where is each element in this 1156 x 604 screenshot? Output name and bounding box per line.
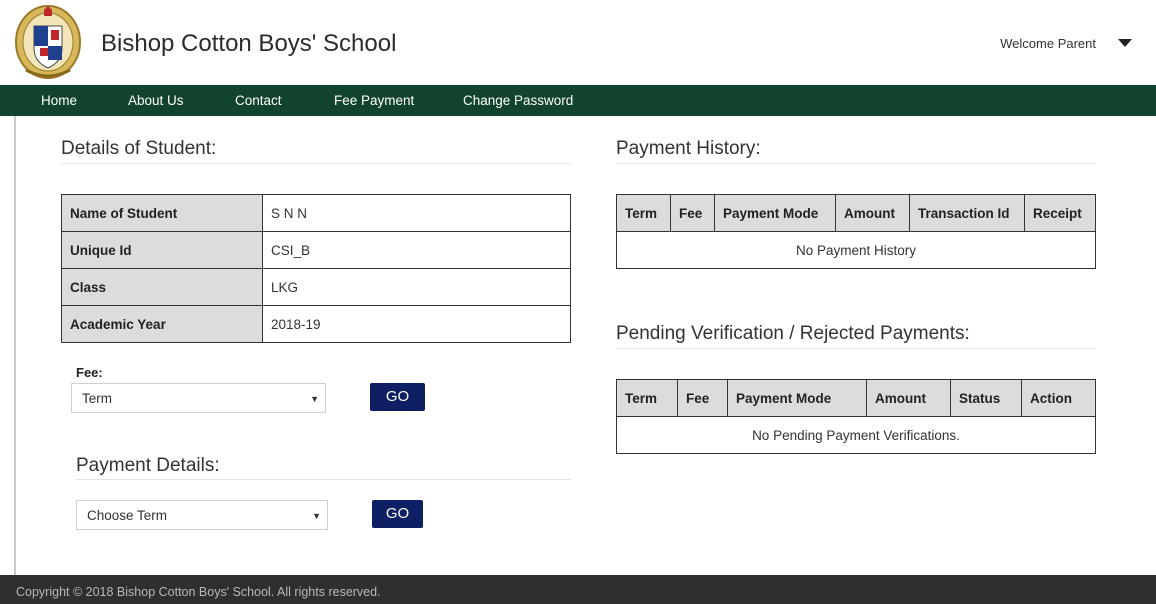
dropdown-arrow-icon: ▼ [310,394,319,404]
nav-about-us[interactable]: About Us [128,93,184,108]
unique-id-label: Unique Id [61,231,263,269]
section-divider [616,163,1096,164]
fee-term-select-value: Term [82,391,112,406]
col-amount: Amount [835,194,910,232]
col-term: Term [616,194,671,232]
class-value: LKG [262,268,571,306]
payment-details-go-button[interactable]: GO [372,500,423,528]
col-term: Term [616,379,678,417]
col-payment-mode: Payment Mode [727,379,867,417]
table-row: Unique Id CSI_B [61,231,571,269]
school-name: Bishop Cotton Boys' School [101,30,397,57]
col-amount: Amount [866,379,951,417]
name-of-student-value: S N N [262,194,571,232]
fee-label: Fee: [76,365,103,380]
choose-term-select[interactable]: Choose Term ▼ [76,500,328,530]
section-divider [616,348,1096,349]
academic-year-label: Academic Year [61,305,263,343]
academic-year-value: 2018-19 [262,305,571,343]
payment-details-title: Payment Details: [76,455,220,476]
class-label: Class [61,268,263,306]
no-pending-verifications-message: No Pending Payment Verifications. [616,416,1096,454]
details-of-student-title: Details of Student: [61,138,217,159]
col-status: Status [950,379,1022,417]
copyright-text: Copyright © 2018 Bishop Cotton Boys' Sch… [16,585,381,599]
footer: Copyright © 2018 Bishop Cotton Boys' Sch… [0,575,1156,604]
no-payment-history-message: No Payment History [616,231,1096,269]
welcome-parent-menu[interactable]: Welcome Parent [1000,36,1096,51]
col-fee: Fee [677,379,728,417]
section-divider [61,163,571,164]
table-header-row: Term Fee Payment Mode Amount Transaction… [616,194,1096,232]
header: Bishop Cotton Boys' School Welcome Paren… [0,0,1156,85]
dropdown-arrow-icon: ▼ [312,511,321,521]
pending-verification-title: Pending Verification / Rejected Payments… [616,323,970,344]
choose-term-select-value: Choose Term [87,508,168,523]
table-row: Class LKG [61,268,571,306]
nav-change-password[interactable]: Change Password [463,93,573,108]
col-transaction-id: Transaction Id [909,194,1025,232]
payment-history-table: Term Fee Payment Mode Amount Transaction… [616,194,1096,269]
payment-history-title: Payment History: [616,138,761,159]
table-header-row: Term Fee Payment Mode Amount Status Acti… [616,379,1096,417]
table-row: No Pending Payment Verifications. [616,416,1096,454]
col-action: Action [1021,379,1096,417]
nav-fee-payment[interactable]: Fee Payment [334,93,414,108]
name-of-student-label: Name of Student [61,194,263,232]
table-row: Academic Year 2018-19 [61,305,571,343]
table-row: Name of Student S N N [61,194,571,232]
caret-down-icon[interactable] [1118,39,1132,47]
col-receipt: Receipt [1024,194,1096,232]
nav-home[interactable]: Home [41,93,77,108]
main-nav: Home About Us Contact Fee Payment Change… [0,85,1156,116]
col-payment-mode: Payment Mode [714,194,836,232]
fee-go-button[interactable]: GO [370,383,425,411]
col-fee: Fee [670,194,715,232]
table-row: No Payment History [616,231,1096,269]
student-details-table: Name of Student S N N Unique Id CSI_B Cl… [61,194,571,343]
pending-payments-table: Term Fee Payment Mode Amount Status Acti… [616,379,1096,454]
school-crest-logo [15,5,81,79]
unique-id-value: CSI_B [262,231,571,269]
left-border [14,116,16,576]
section-divider [76,479,571,480]
nav-contact[interactable]: Contact [235,93,282,108]
fee-term-select[interactable]: Term ▼ [71,383,326,413]
